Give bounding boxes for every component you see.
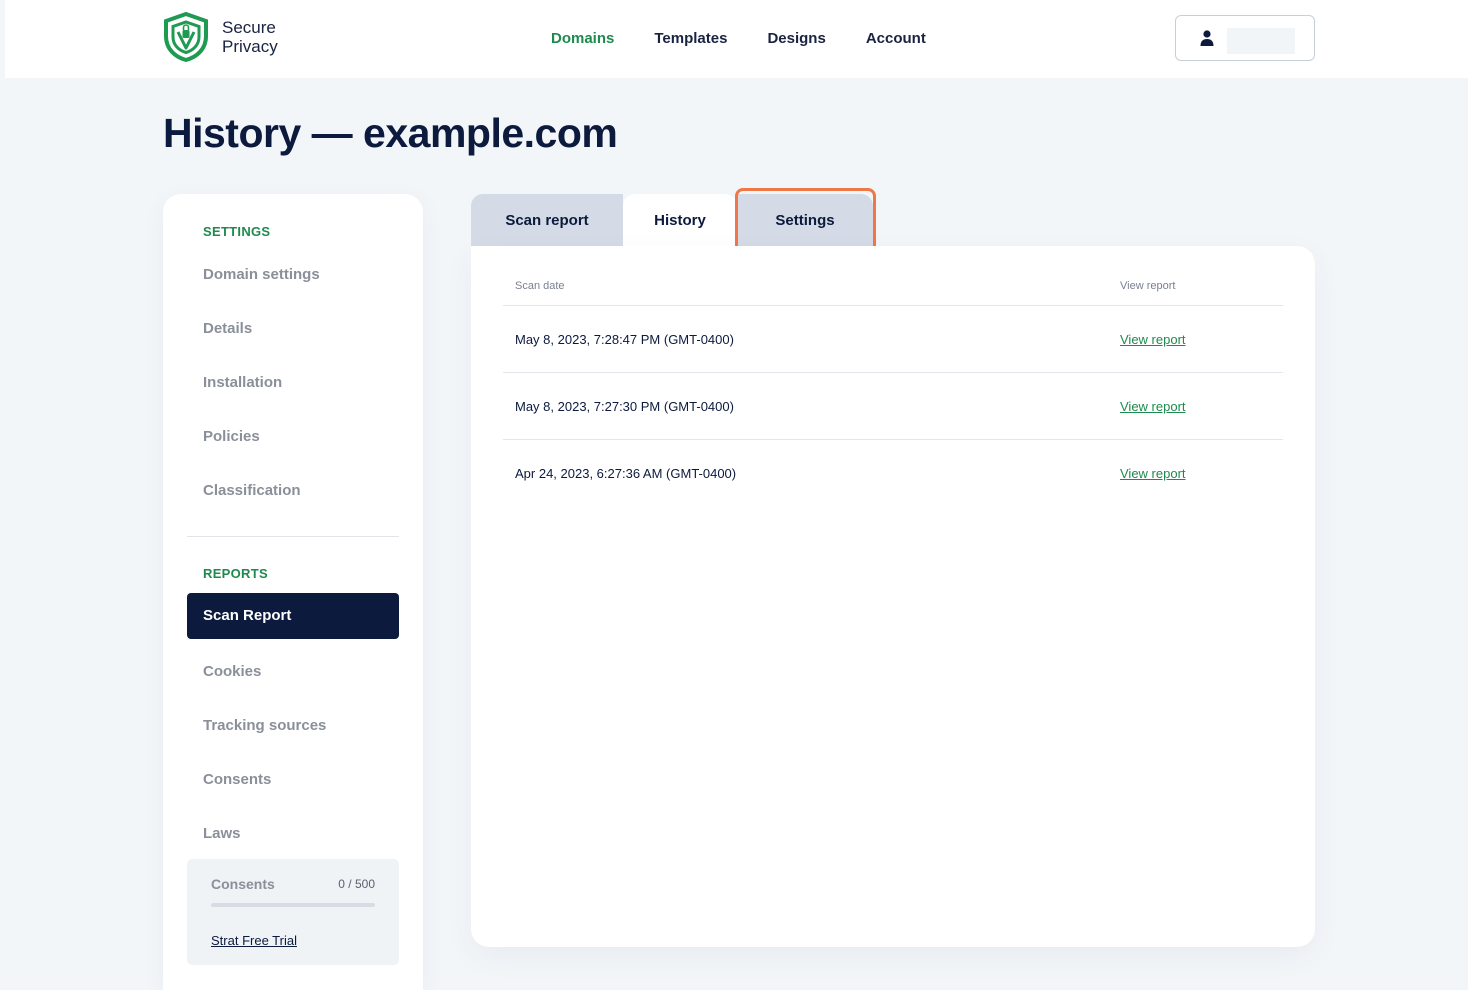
table-row-date: May 8, 2023, 7:28:47 PM (GMT-0400) (515, 332, 734, 347)
user-menu-button[interactable] (1175, 15, 1315, 61)
view-report-link[interactable]: View report (1120, 466, 1186, 481)
main-nav: Domains Templates Designs Account (551, 30, 966, 47)
sidebar-item-label: Scan Report (203, 607, 292, 624)
sidebar-item-cookies[interactable]: Cookies (203, 663, 261, 680)
sidebar-divider (187, 536, 399, 537)
nav-designs[interactable]: Designs (767, 30, 825, 47)
sidebar-item-policies[interactable]: Policies (203, 428, 260, 445)
view-report-link[interactable]: View report (1120, 399, 1186, 414)
logo[interactable]: Secure Privacy (163, 12, 278, 62)
page-title: History — example.com (163, 110, 618, 156)
sidebar-item-domain-settings[interactable]: Domain settings (203, 266, 320, 283)
free-trial-link[interactable]: Strat Free Trial (211, 933, 297, 948)
column-header-scan-date: Scan date (515, 280, 565, 292)
settings-section-label: SETTINGS (203, 224, 271, 239)
view-report-link[interactable]: View report (1120, 332, 1186, 347)
consent-count: 0 / 500 (338, 877, 375, 891)
nav-templates[interactable]: Templates (654, 30, 727, 47)
sidebar: SETTINGS Domain settings Details Install… (163, 194, 423, 990)
top-header: Secure Privacy Domains Templates Designs… (5, 0, 1468, 78)
table-row-date: May 8, 2023, 7:27:30 PM (GMT-0400) (515, 399, 734, 414)
sidebar-item-details[interactable]: Details (203, 320, 252, 337)
consent-progress-bar (211, 903, 375, 907)
sidebar-item-installation[interactable]: Installation (203, 374, 282, 391)
consent-card-title: Consents (211, 876, 275, 892)
user-icon (1200, 30, 1214, 46)
logo-text: Secure Privacy (222, 18, 278, 56)
tab-scan-report[interactable]: Scan report (471, 194, 623, 246)
header-divider (503, 305, 1283, 306)
sidebar-item-scan-report[interactable]: Scan Report (187, 593, 399, 639)
sidebar-item-classification[interactable]: Classification (203, 482, 301, 499)
consent-usage-card: Consents 0 / 500 Strat Free Trial (187, 859, 399, 965)
row-divider (503, 439, 1283, 440)
column-header-view-report: View report (1120, 280, 1176, 292)
tab-history[interactable]: History (623, 194, 737, 246)
reports-section-label: REPORTS (203, 566, 268, 581)
shield-logo-icon (164, 12, 208, 62)
row-divider (503, 372, 1283, 373)
history-panel: Scan date View report May 8, 2023, 7:28:… (471, 246, 1315, 947)
nav-domains[interactable]: Domains (551, 30, 614, 47)
logo-line-2: Privacy (222, 37, 278, 56)
sidebar-item-tracking-sources[interactable]: Tracking sources (203, 717, 326, 734)
logo-line-1: Secure (222, 18, 276, 37)
user-name-redacted (1227, 28, 1295, 54)
sidebar-item-laws[interactable]: Laws (203, 825, 241, 842)
table-row-date: Apr 24, 2023, 6:27:36 AM (GMT-0400) (515, 466, 737, 481)
nav-account[interactable]: Account (866, 30, 926, 47)
sidebar-item-consents[interactable]: Consents (203, 771, 271, 788)
tab-settings[interactable]: Settings (737, 194, 873, 246)
